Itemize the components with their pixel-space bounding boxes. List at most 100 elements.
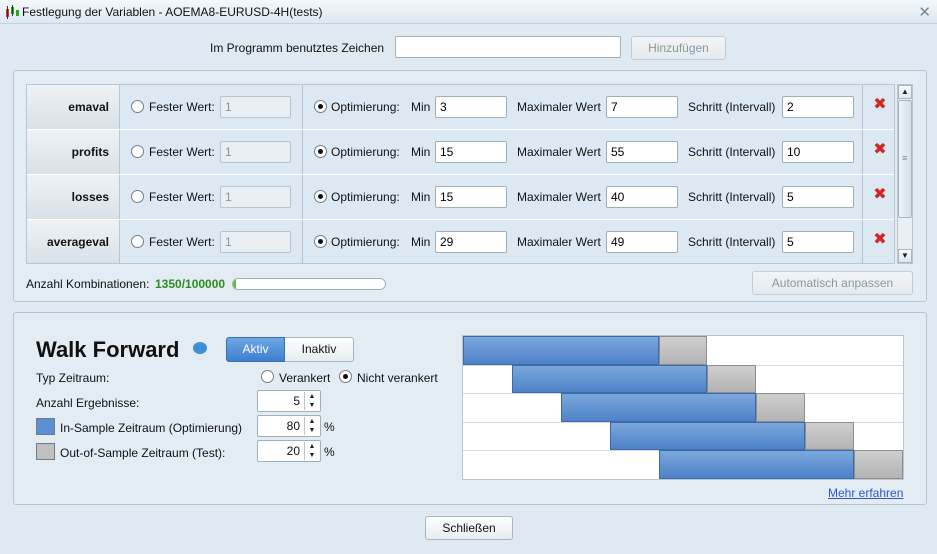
delete-icon[interactable]: ✖ xyxy=(873,97,887,113)
max-label: Maximaler Wert xyxy=(517,190,601,204)
fixed-label: Fester Wert: xyxy=(149,145,215,159)
in-sample-bar xyxy=(658,450,855,479)
min-label: Min xyxy=(411,235,431,249)
step-label: Schritt (Intervall) xyxy=(688,235,776,249)
optimization-label: Optimierung: xyxy=(331,190,400,204)
step-label: Schritt (Intervall) xyxy=(688,190,776,204)
more-info-link[interactable]: Mehr erfahren xyxy=(828,486,903,500)
min-input[interactable] xyxy=(435,141,507,163)
fixed-cell: Fester Wert: xyxy=(120,130,303,174)
fixed-radio[interactable] xyxy=(131,100,144,113)
fixed-radio[interactable] xyxy=(131,235,144,248)
out-sample-bar xyxy=(756,393,806,422)
scroll-down-icon[interactable]: ▼ xyxy=(898,249,912,263)
optimization-radio[interactable] xyxy=(314,190,327,203)
fixed-value-input[interactable] xyxy=(220,96,291,118)
fixed-value-input[interactable] xyxy=(220,141,291,163)
results-value: 5 xyxy=(293,394,300,408)
period-type-label: Typ Zeitraum: xyxy=(36,371,110,385)
step-input[interactable] xyxy=(782,141,854,163)
optimization-cell: Optimierung: Min Maximaler Wert Schritt … xyxy=(303,85,863,129)
fixed-label: Fester Wert: xyxy=(149,235,215,249)
inactive-toggle[interactable]: Inaktiv xyxy=(285,337,354,362)
chart-app-icon xyxy=(6,5,19,19)
out-sample-bar xyxy=(805,421,855,451)
active-toggle[interactable]: Aktiv xyxy=(226,337,285,362)
in-sample-bar xyxy=(609,421,806,451)
results-stepper[interactable]: 5 ▲ ▼ xyxy=(257,390,321,412)
max-input[interactable] xyxy=(606,141,678,163)
max-label: Maximaler Wert xyxy=(517,145,601,159)
combinations-label: Anzahl Kombinationen: xyxy=(26,277,150,291)
spinner-arrows-icon[interactable]: ▲ ▼ xyxy=(304,442,319,460)
table-row: averageval Fester Wert: Optimierung: Min… xyxy=(27,220,894,263)
out-sample-bar xyxy=(707,364,757,394)
min-label: Min xyxy=(411,100,431,114)
step-input[interactable] xyxy=(782,231,854,253)
out-sample-stepper[interactable]: 20 ▲ ▼ xyxy=(257,440,321,462)
not-anchored-radio[interactable] xyxy=(339,370,352,383)
in-sample-value: 80 xyxy=(286,419,300,433)
fixed-label: Fester Wert: xyxy=(149,100,215,114)
results-label: Anzahl Ergebnisse: xyxy=(36,396,140,410)
optimization-radio[interactable] xyxy=(314,145,327,158)
min-input[interactable] xyxy=(435,231,507,253)
max-input[interactable] xyxy=(606,231,678,253)
variable-name: averageval xyxy=(27,220,120,263)
out-sample-bar xyxy=(854,450,903,479)
step-label: Schritt (Intervall) xyxy=(688,100,776,114)
min-input[interactable] xyxy=(435,96,507,118)
step-input[interactable] xyxy=(782,96,854,118)
fixed-label: Fester Wert: xyxy=(149,190,215,204)
out-sample-label: Out-of-Sample Zeitraum (Test): xyxy=(60,446,226,460)
spinner-arrows-icon[interactable]: ▲ ▼ xyxy=(304,417,319,435)
percent-label: % xyxy=(324,445,335,459)
auto-adjust-button[interactable]: Automatisch anpassen xyxy=(752,271,913,295)
fixed-value-input[interactable] xyxy=(220,186,291,208)
fixed-radio[interactable] xyxy=(131,190,144,203)
delete-icon[interactable]: ✖ xyxy=(873,187,887,203)
not-anchored-label: Nicht verankert xyxy=(357,371,438,385)
optimization-cell: Optimierung: Min Maximaler Wert Schritt … xyxy=(303,220,863,263)
percent-label: % xyxy=(324,420,335,434)
in-sample-stepper[interactable]: 80 ▲ ▼ xyxy=(257,415,321,437)
variable-name: losses xyxy=(27,175,120,219)
symbol-label: Im Programm benutztes Zeichen xyxy=(210,41,385,55)
variables-table: emaval Fester Wert: Optimierung: Min Max… xyxy=(26,84,895,264)
step-label: Schritt (Intervall) xyxy=(688,145,776,159)
anchored-radio[interactable] xyxy=(261,370,274,383)
delete-cell: ✖ xyxy=(863,220,894,263)
in-sample-bar xyxy=(511,364,708,394)
out-sample-bar xyxy=(658,336,708,365)
delete-icon[interactable]: ✖ xyxy=(873,232,887,248)
combinations-progress xyxy=(232,278,386,290)
min-input[interactable] xyxy=(435,186,507,208)
close-button[interactable]: Schließen xyxy=(425,516,513,540)
info-bubble-icon[interactable] xyxy=(193,342,207,354)
close-icon[interactable]: ✕ xyxy=(918,3,931,21)
spinner-arrows-icon[interactable]: ▲ ▼ xyxy=(304,392,319,410)
in-sample-label: In-Sample Zeitraum (Optimierung) xyxy=(60,421,243,435)
add-button[interactable]: Hinzufügen xyxy=(631,36,726,60)
min-label: Min xyxy=(411,190,431,204)
delete-cell: ✖ xyxy=(863,130,894,174)
optimization-radio[interactable] xyxy=(314,100,327,113)
fixed-cell: Fester Wert: xyxy=(120,175,303,219)
max-input[interactable] xyxy=(606,96,678,118)
optimization-label: Optimierung: xyxy=(331,145,400,159)
scroll-up-icon[interactable]: ▲ xyxy=(898,85,912,99)
symbol-input[interactable] xyxy=(395,36,621,58)
fixed-radio[interactable] xyxy=(131,145,144,158)
scroll-thumb[interactable] xyxy=(898,100,912,218)
window-title: Festlegung der Variablen - AOEMA8-EURUSD… xyxy=(22,5,323,19)
max-input[interactable] xyxy=(606,186,678,208)
step-input[interactable] xyxy=(782,186,854,208)
optimization-radio[interactable] xyxy=(314,235,327,248)
variable-name: emaval xyxy=(27,85,120,129)
delete-icon[interactable]: ✖ xyxy=(873,142,887,158)
fixed-value-input[interactable] xyxy=(220,231,291,253)
optimization-label: Optimierung: xyxy=(331,100,400,114)
delete-cell: ✖ xyxy=(863,85,894,129)
table-scrollbar[interactable]: ▲ ▼ xyxy=(897,84,913,264)
fixed-cell: Fester Wert: xyxy=(120,85,303,129)
